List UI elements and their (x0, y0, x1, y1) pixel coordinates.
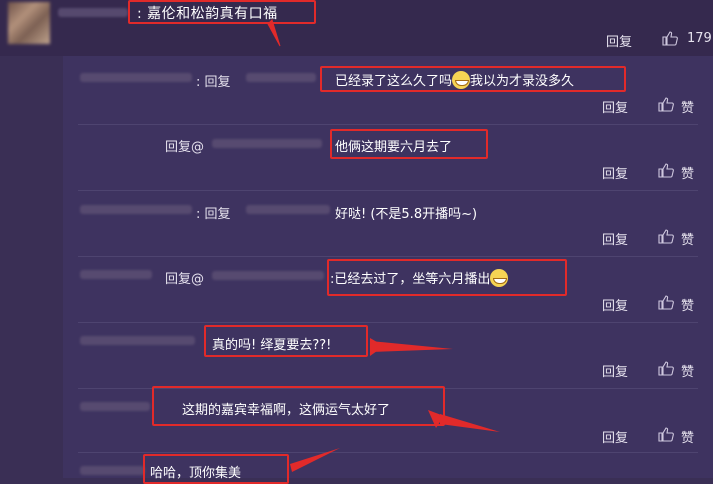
blurred-username (212, 271, 324, 280)
like-button[interactable]: 赞 (681, 229, 694, 248)
reply-text: 好哒! (不是5.8开播吗~) (335, 207, 478, 222)
divider (78, 452, 698, 453)
blurred-username (80, 73, 192, 82)
highlight-box (143, 454, 289, 484)
highlight-box (320, 66, 626, 92)
avatar[interactable] (8, 2, 50, 44)
thumbs-up-icon[interactable] (658, 229, 674, 244)
thumbs-up-icon[interactable] (658, 163, 674, 178)
like-button[interactable]: 赞 (681, 163, 694, 182)
blurred-username (80, 336, 195, 345)
reply-button[interactable]: 回复 (602, 295, 628, 314)
reply-prefix: 回复@ (165, 140, 205, 155)
thumbs-up-icon[interactable] (658, 427, 674, 442)
divider (78, 322, 698, 323)
thumbs-up-icon[interactable] (658, 295, 674, 310)
reply-prefix: : 回复 (196, 207, 231, 222)
blurred-username (80, 402, 150, 411)
blurred-username (246, 73, 316, 82)
main-like-count[interactable]: 179 (687, 31, 712, 46)
main-reply-button[interactable]: 回复 (606, 31, 632, 50)
blurred-username (212, 139, 322, 148)
highlight-box (128, 0, 316, 24)
reply-button[interactable]: 回复 (602, 163, 628, 182)
thumbs-up-icon[interactable] (658, 361, 674, 376)
like-button[interactable]: 赞 (681, 97, 694, 116)
like-button[interactable]: 赞 (681, 427, 694, 446)
reply-prefix: : 回复 (196, 75, 231, 90)
reply-button[interactable]: 回复 (602, 97, 628, 116)
like-button[interactable]: 赞 (681, 361, 694, 380)
divider (78, 124, 698, 125)
divider (78, 190, 698, 191)
blurred-username (58, 8, 128, 17)
blurred-username (246, 205, 330, 214)
highlight-box (152, 386, 445, 426)
divider (78, 256, 698, 257)
thumbs-up-icon[interactable] (662, 31, 678, 46)
blurred-username (80, 205, 192, 214)
thumbs-up-icon[interactable] (658, 97, 674, 112)
reply-prefix: 回复@ (165, 272, 205, 287)
highlight-box (204, 325, 368, 357)
blurred-username (80, 466, 145, 475)
reply-button[interactable]: 回复 (602, 361, 628, 380)
blurred-username (80, 270, 152, 279)
highlight-box (330, 129, 488, 159)
like-button[interactable]: 赞 (681, 295, 694, 314)
reply-button[interactable]: 回复 (602, 229, 628, 248)
highlight-box (327, 259, 567, 296)
reply-button[interactable]: 回复 (602, 427, 628, 446)
